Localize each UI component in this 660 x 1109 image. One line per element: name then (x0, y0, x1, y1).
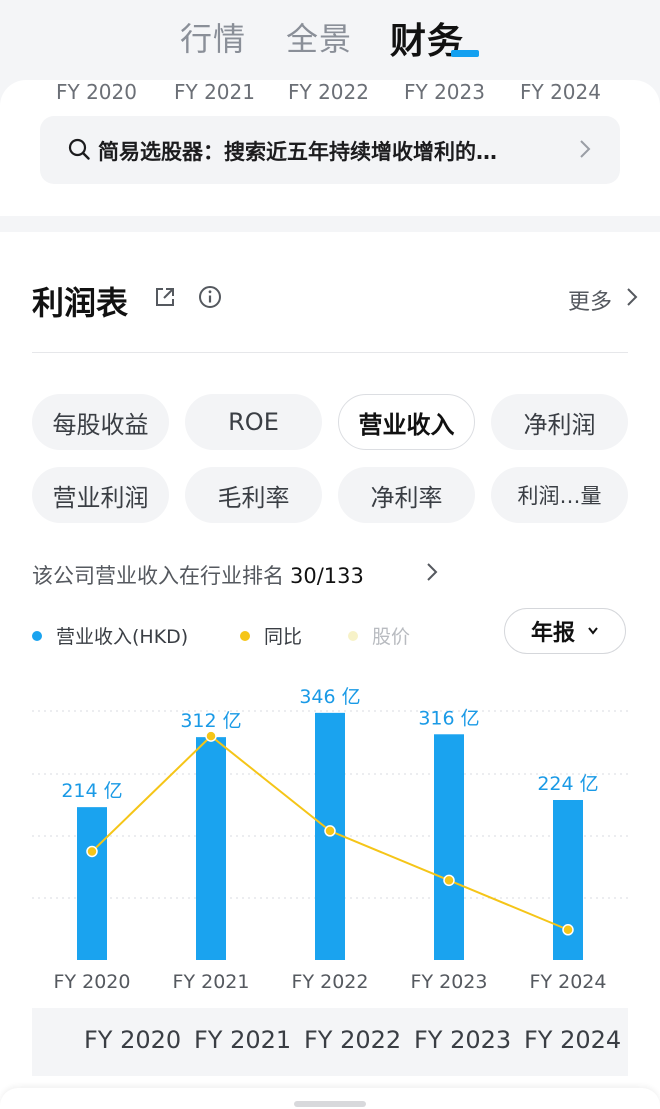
legend-price[interactable]: 股价 (348, 622, 410, 649)
chip-net-margin[interactable]: 净利率 (338, 467, 475, 523)
chevron-right-icon (580, 140, 591, 158)
year-label: FY 2023 (404, 80, 485, 104)
legend-yoy[interactable]: 同比 (240, 622, 302, 649)
x-tick-label: FY 2022 (292, 971, 369, 993)
bar (434, 734, 464, 960)
search-icon (68, 138, 90, 160)
table-header-cell: FY 2020 (84, 1026, 182, 1054)
year-label: FY 2022 (288, 80, 369, 104)
bar-value-label: 312 亿 (180, 710, 241, 732)
screener-text: 简易选股器：搜索近五年持续增收增利的… (98, 140, 497, 164)
yoy-point (562, 924, 574, 936)
external-link-icon[interactable] (154, 286, 176, 308)
stock-screener-banner[interactable]: 简易选股器：搜索近五年持续增收增利的… (40, 116, 620, 184)
bar-value-label: 316 亿 (418, 707, 479, 729)
chip-profit-quality[interactable]: 利润…量 (491, 467, 628, 523)
x-tick-label: FY 2024 (530, 971, 607, 993)
table-header-cell: FY 2021 (194, 1026, 292, 1054)
legend-dot (240, 630, 250, 641)
tab-market[interactable]: 行情 (180, 14, 246, 60)
rank-text: 该公司营业收入在行业排名 (32, 564, 284, 588)
chip-operating-profit[interactable]: 营业利润 (32, 467, 169, 523)
table-header-cell: FY 2024 (524, 1026, 622, 1054)
legend-revenue[interactable]: 营业收入(HKD) (32, 622, 188, 649)
year-label: FY 2020 (56, 80, 137, 104)
yoy-point (86, 845, 98, 858)
chevron-right-icon[interactable] (626, 287, 638, 307)
sheet-grabber[interactable] (294, 1101, 366, 1107)
chip-roe[interactable]: ROE (185, 394, 322, 450)
chip-gross-margin[interactable]: 毛利率 (185, 467, 322, 523)
chevron-right-icon[interactable] (426, 562, 438, 582)
tab-overview[interactable]: 全景 (286, 14, 352, 60)
legend-label: 营业收入(HKD) (56, 626, 189, 648)
bar (196, 737, 226, 960)
bar-value-label: 214 亿 (61, 780, 122, 802)
year-label: FY 2021 (174, 80, 255, 104)
table-header: FY 2020 FY 2021 FY 2022 FY 2023 FY 2024 (32, 1008, 628, 1076)
chevron-down-icon (588, 627, 598, 635)
info-icon[interactable] (198, 285, 222, 309)
industry-rank[interactable]: 该公司营业收入在行业排名 30/133 (32, 560, 364, 590)
chip-net-profit[interactable]: 净利润 (491, 394, 628, 450)
legend-dot (32, 630, 42, 641)
chip-revenue[interactable]: 营业收入 (338, 394, 475, 450)
section-title: 利润表 (32, 284, 129, 322)
yoy-point (205, 730, 217, 742)
yoy-point (324, 825, 336, 837)
bar (77, 807, 107, 960)
period-dropdown[interactable]: 年报 (504, 608, 626, 654)
rank-value: 30/133 (290, 564, 364, 588)
top-tabs: 行情 全景 财务 (0, 0, 660, 80)
year-label: FY 2024 (520, 80, 601, 104)
more-link[interactable]: 更多 (568, 284, 612, 316)
period-label: 年报 (530, 621, 575, 646)
x-tick-label: FY 2021 (173, 971, 250, 993)
legend-label: 同比 (264, 626, 303, 648)
divider (32, 352, 628, 353)
bar (553, 800, 583, 960)
bar-value-label: 224 亿 (537, 773, 598, 795)
table-header-cell: FY 2022 (304, 1026, 402, 1054)
bar-value-label: 346 亿 (299, 686, 360, 708)
revenue-chart: 214 亿 FY 2020 312 亿 FY 2021 346 亿 FY 2022 316 … (32, 686, 628, 993)
legend-dot (348, 630, 358, 641)
active-tab-indicator (451, 50, 479, 57)
chip-eps[interactable]: 每股收益 (32, 394, 169, 450)
yoy-point (443, 874, 455, 887)
x-tick-label: FY 2020 (54, 971, 131, 993)
year-header-row: FY 2020 FY 2021 FY 2022 FY 2023 FY 2024 (0, 80, 660, 104)
x-tick-label: FY 2023 (411, 971, 488, 993)
table-header-cell: FY 2023 (414, 1026, 512, 1054)
legend-label: 股价 (372, 626, 411, 648)
